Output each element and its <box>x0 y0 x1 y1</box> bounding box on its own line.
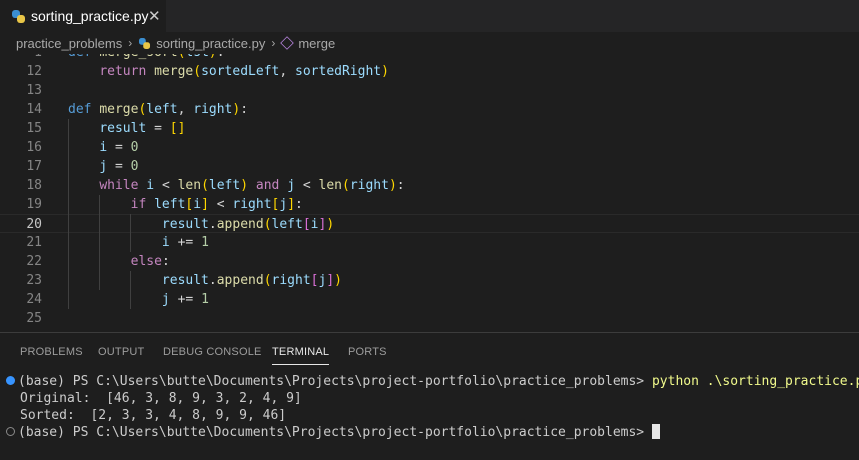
line-number: 15 <box>26 121 42 136</box>
python-file-icon <box>139 37 151 49</box>
breadcrumb-symbol[interactable]: merge <box>298 36 335 51</box>
line-number: 22 <box>26 254 42 269</box>
line-number: 20 <box>26 217 42 232</box>
command-success-icon[interactable] <box>6 376 15 385</box>
code-text: def merge_sort(lst): <box>68 54 225 62</box>
code-line[interactable]: 19 if left[i] < right[j]: <box>0 195 859 214</box>
terminal-prompt: (base) PS C:\Users\butte\Documents\Proje… <box>18 425 652 440</box>
tab-output[interactable]: OUTPUT <box>98 346 144 358</box>
editor-tab-bar: sorting_practice.py ✕ <box>0 0 859 32</box>
chevron-right-icon: › <box>128 36 133 50</box>
line-number: 21 <box>26 235 42 250</box>
terminal-line: (base) PS C:\Users\butte\Documents\Proje… <box>6 424 660 441</box>
code-text: i += 1 <box>161 235 209 250</box>
code-text: j = 0 <box>99 159 139 174</box>
code-text: while i < len(left) and j < len(right): <box>99 178 405 193</box>
code-text: result.append(right[j]) <box>161 273 342 288</box>
terminal-cursor <box>651 424 660 439</box>
line-number: 23 <box>26 273 42 288</box>
code-line[interactable]: 15 result = [] <box>0 119 859 138</box>
code-text: return merge(sortedLeft, sortedRight) <box>99 64 389 79</box>
code-text: else: <box>130 254 170 269</box>
code-text: j += 1 <box>161 292 209 307</box>
panel-tab-bar: PROBLEMS OUTPUT DEBUG CONSOLE TERMINAL P… <box>0 333 859 371</box>
indent-guide <box>68 119 69 309</box>
tab-problems[interactable]: PROBLEMS <box>20 346 83 358</box>
code-line[interactable]: 24 j += 1 <box>0 290 859 309</box>
close-icon[interactable]: ✕ <box>148 7 161 25</box>
breadcrumb-file[interactable]: sorting_practice.py <box>156 36 265 51</box>
line-number: 16 <box>26 140 42 155</box>
line-number: 25 <box>26 311 42 326</box>
breadcrumb-folder[interactable]: practice_problems <box>16 36 122 51</box>
code-line[interactable]: 16 i = 0 <box>0 138 859 157</box>
terminal-output-original: Original: [46, 3, 8, 9, 3, 2, 4, 9] <box>20 391 302 406</box>
breadcrumb: practice_problems › sorting_practice.py … <box>0 32 859 54</box>
bottom-panel: PROBLEMS OUTPUT DEBUG CONSOLE TERMINAL P… <box>0 332 859 460</box>
indent-guide <box>99 195 100 290</box>
method-symbol-icon <box>280 36 295 50</box>
terminal-command: python .\sorting_practice.py <box>651 374 859 389</box>
code-line[interactable]: 13 <box>0 81 859 100</box>
code-line[interactable]: 12 return merge(sortedLeft, sortedRight) <box>0 62 859 81</box>
indent-guide <box>130 271 131 309</box>
line-number: 19 <box>26 197 42 212</box>
indent-guide <box>130 214 131 252</box>
tab-terminal[interactable]: TERMINAL <box>272 346 330 365</box>
line-number: 24 <box>26 292 42 307</box>
line-number: 13 <box>26 83 42 98</box>
line-number: 1 <box>0 54 42 62</box>
tab-label: sorting_practice.py <box>31 8 149 24</box>
code-line[interactable]: 17 j = 0 <box>0 157 859 176</box>
code-text: i = 0 <box>99 140 139 155</box>
code-line[interactable]: 1 def merge_sort(lst): <box>0 54 859 62</box>
code-line[interactable]: 20 result.append(left[i]) <box>0 214 859 233</box>
code-text: result = [] <box>99 121 186 136</box>
chevron-right-icon: › <box>271 36 276 50</box>
code-text: def merge(left, right): <box>68 102 249 117</box>
tab-ports[interactable]: PORTS <box>348 346 387 358</box>
code-text: if left[i] < right[j]: <box>130 197 303 212</box>
code-line[interactable]: 18 while i < len(left) and j < len(right… <box>0 176 859 195</box>
code-line[interactable]: 22 else: <box>0 252 859 271</box>
command-pending-icon[interactable] <box>6 427 15 436</box>
line-number: 12 <box>26 64 42 79</box>
line-number: 14 <box>26 102 42 117</box>
terminal-line: (base) PS C:\Users\butte\Documents\Proje… <box>6 373 859 390</box>
line-number: 18 <box>26 178 42 193</box>
terminal-prompt: (base) PS C:\Users\butte\Documents\Proje… <box>18 374 652 389</box>
terminal-output-sorted: Sorted: [2, 3, 3, 4, 8, 9, 9, 46] <box>20 408 287 423</box>
code-line[interactable]: 21 i += 1 <box>0 233 859 252</box>
code-editor[interactable]: 1def merge_sort(lst):12 return merge(sor… <box>0 54 859 332</box>
python-file-icon <box>12 9 25 23</box>
code-line[interactable]: 14 def merge(left, right): <box>0 100 859 119</box>
code-line[interactable]: 25 <box>0 309 859 328</box>
code-line[interactable]: 23 result.append(right[j]) <box>0 271 859 290</box>
tab-debug-console[interactable]: DEBUG CONSOLE <box>163 346 262 358</box>
tab-sorting-practice[interactable]: sorting_practice.py ✕ <box>0 0 166 32</box>
line-number: 17 <box>26 159 42 174</box>
code-text: result.append(left[i]) <box>161 217 335 232</box>
